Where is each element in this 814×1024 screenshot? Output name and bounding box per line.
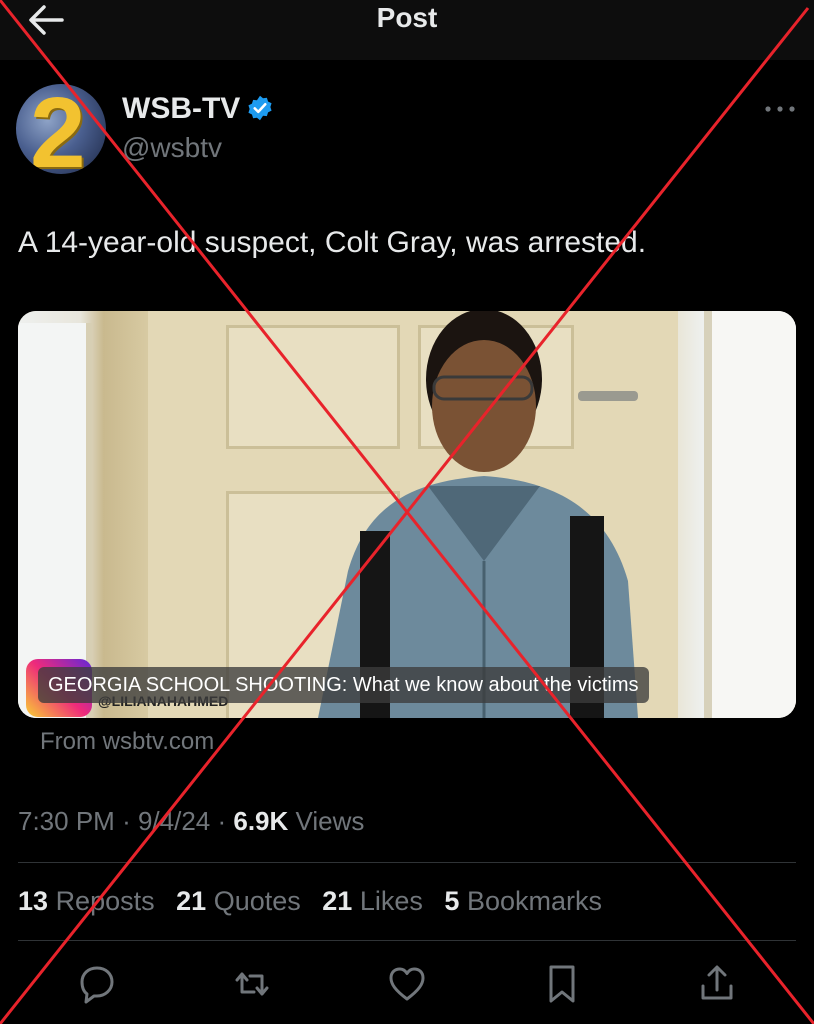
reply-icon[interactable] xyxy=(77,962,117,1006)
top-bar: Post xyxy=(0,0,814,60)
meta-separator: · xyxy=(217,806,234,836)
more-options-icon[interactable] xyxy=(764,104,796,114)
author-name[interactable]: WSB-TV xyxy=(122,92,240,126)
avatar[interactable]: 2 xyxy=(16,84,106,174)
source-link[interactable]: From wsbtv.com xyxy=(40,728,214,756)
bookmark-icon[interactable] xyxy=(542,962,582,1006)
views-label: Views xyxy=(295,806,365,836)
media-caption: GEORGIA SCHOOL SHOOTING: What we know ab… xyxy=(38,667,649,703)
avatar-logo-text: 2 xyxy=(30,84,86,174)
page-title: Post xyxy=(376,2,438,33)
tweet-time: 7:30 PM xyxy=(18,806,115,836)
repost-icon[interactable] xyxy=(232,962,272,1006)
engagement-stats: 13 Reposts 21 Quotes 21 Likes 5 Bookmark… xyxy=(18,886,616,917)
like-icon[interactable] xyxy=(387,962,427,1006)
bookmarks-stat[interactable]: 5 Bookmarks xyxy=(444,886,602,916)
media-card[interactable]: @LILIANAHAHMED GEORGIA SCHOOL SHOOTING: … xyxy=(18,311,796,718)
tweet-meta: 7:30 PM · 9/4/24 · 6.9K Views xyxy=(18,806,364,837)
photo-person xyxy=(318,311,638,718)
tweet-date: 9/4/24 xyxy=(137,806,211,836)
photo-window-right xyxy=(704,311,796,718)
share-icon[interactable] xyxy=(697,962,737,1006)
divider xyxy=(18,862,796,863)
tweet-text: A 14-year-old suspect, Colt Gray, was ar… xyxy=(18,226,647,259)
quotes-stat[interactable]: 21 Quotes xyxy=(176,886,301,916)
action-bar xyxy=(0,962,814,1010)
reposts-stat[interactable]: 13 Reposts xyxy=(18,886,155,916)
author-handle[interactable]: @wsbtv xyxy=(122,132,222,164)
verified-badge-icon xyxy=(248,95,272,121)
meta-separator: · xyxy=(122,806,138,836)
views-count: 6.9K xyxy=(233,806,289,836)
likes-stat[interactable]: 21 Likes xyxy=(322,886,423,916)
divider xyxy=(18,940,796,941)
